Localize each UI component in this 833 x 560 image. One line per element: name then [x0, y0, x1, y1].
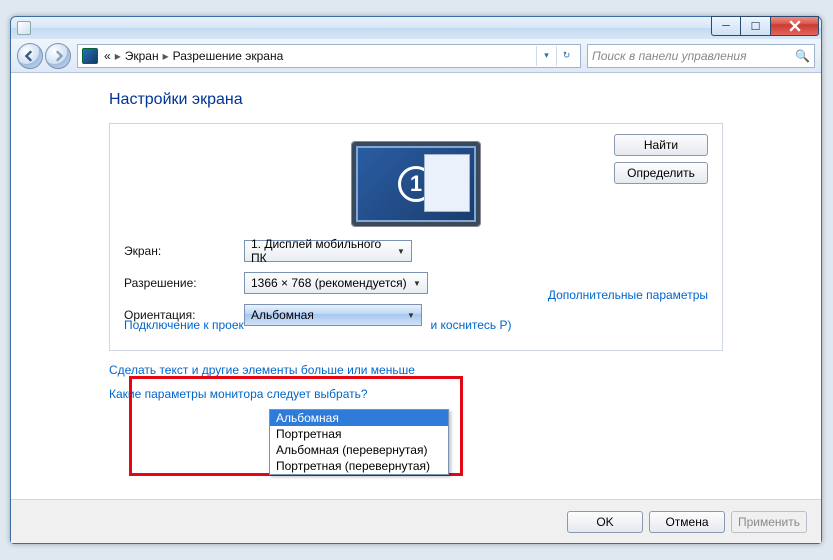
- chevron-down-icon: ▼: [394, 244, 408, 258]
- resolution-label: Разрешение:: [124, 276, 244, 290]
- orientation-dropdown[interactable]: Альбомная Портретная Альбомная (переверн…: [269, 409, 449, 475]
- screen-value: 1. Дисплей мобильного ПК: [251, 237, 393, 265]
- breadcrumb-back[interactable]: «: [104, 49, 111, 63]
- detect-button[interactable]: Определить: [614, 162, 708, 184]
- preview-window-icon: [424, 154, 470, 212]
- which-monitor-link[interactable]: Какие параметры монитора следует выбрать…: [109, 387, 723, 401]
- search-input[interactable]: Поиск в панели управления 🔍: [587, 44, 815, 68]
- titlebar[interactable]: ─ ☐: [11, 17, 821, 39]
- screen-select[interactable]: 1. Дисплей мобильного ПК ▼: [244, 240, 412, 262]
- chevron-right-icon: ▸: [115, 49, 121, 63]
- orientation-option[interactable]: Портретная: [270, 426, 448, 442]
- window-icon: [17, 21, 31, 35]
- monitor-preview[interactable]: 1: [352, 142, 480, 226]
- toolbar: « ▸ Экран ▸ Разрешение экрана ▾ ↻ Поиск …: [11, 39, 821, 73]
- address-bar[interactable]: « ▸ Экран ▸ Разрешение экрана ▾ ↻: [77, 44, 581, 68]
- projector-link[interactable]: Подключение к проек xxxxxxxxxxxxxxxxxxxx…: [124, 318, 512, 332]
- minimize-button[interactable]: ─: [711, 16, 741, 36]
- chevron-right-icon: ▸: [163, 49, 169, 63]
- chevron-down-icon: ▼: [410, 276, 424, 290]
- orientation-option[interactable]: Портретная (перевернутая): [270, 458, 448, 474]
- settings-panel: Найти Определить 1 Экран: 1. Дисплей моб…: [109, 123, 723, 351]
- breadcrumb-screen[interactable]: Экран: [125, 49, 159, 63]
- footer: OK Отмена Применить: [11, 499, 821, 543]
- orientation-option[interactable]: Альбомная (перевернутая): [270, 442, 448, 458]
- close-button[interactable]: [771, 16, 819, 36]
- screen-label: Экран:: [124, 244, 244, 258]
- window: ─ ☐ « ▸ Экран ▸ Разрешение экрана: [10, 16, 822, 544]
- breadcrumb-resolution[interactable]: Разрешение экрана: [173, 49, 284, 63]
- window-controls: ─ ☐: [711, 16, 819, 36]
- text-size-link[interactable]: Сделать текст и другие элементы больше и…: [109, 363, 723, 377]
- address-dropdown-icon[interactable]: ▾: [536, 46, 556, 66]
- cancel-button[interactable]: Отмена: [649, 511, 725, 533]
- ok-button[interactable]: OK: [567, 511, 643, 533]
- advanced-settings-link[interactable]: Дополнительные параметры: [548, 288, 708, 302]
- search-icon: 🔍: [795, 49, 810, 63]
- page-title: Настройки экрана: [109, 91, 723, 109]
- forward-button[interactable]: [45, 43, 71, 69]
- maximize-button[interactable]: ☐: [741, 16, 771, 36]
- search-placeholder: Поиск в панели управления: [592, 49, 747, 63]
- refresh-icon[interactable]: ↻: [556, 46, 576, 66]
- resolution-select[interactable]: 1366 × 768 (рекомендуется) ▼: [244, 272, 428, 294]
- control-panel-icon: [82, 48, 98, 64]
- resolution-value: 1366 × 768 (рекомендуется): [251, 276, 407, 290]
- content-area: Настройки экрана Найти Определить 1 Экра…: [11, 73, 821, 499]
- orientation-option[interactable]: Альбомная: [270, 410, 448, 426]
- find-button[interactable]: Найти: [614, 134, 708, 156]
- back-button[interactable]: [17, 43, 43, 69]
- apply-button[interactable]: Применить: [731, 511, 807, 533]
